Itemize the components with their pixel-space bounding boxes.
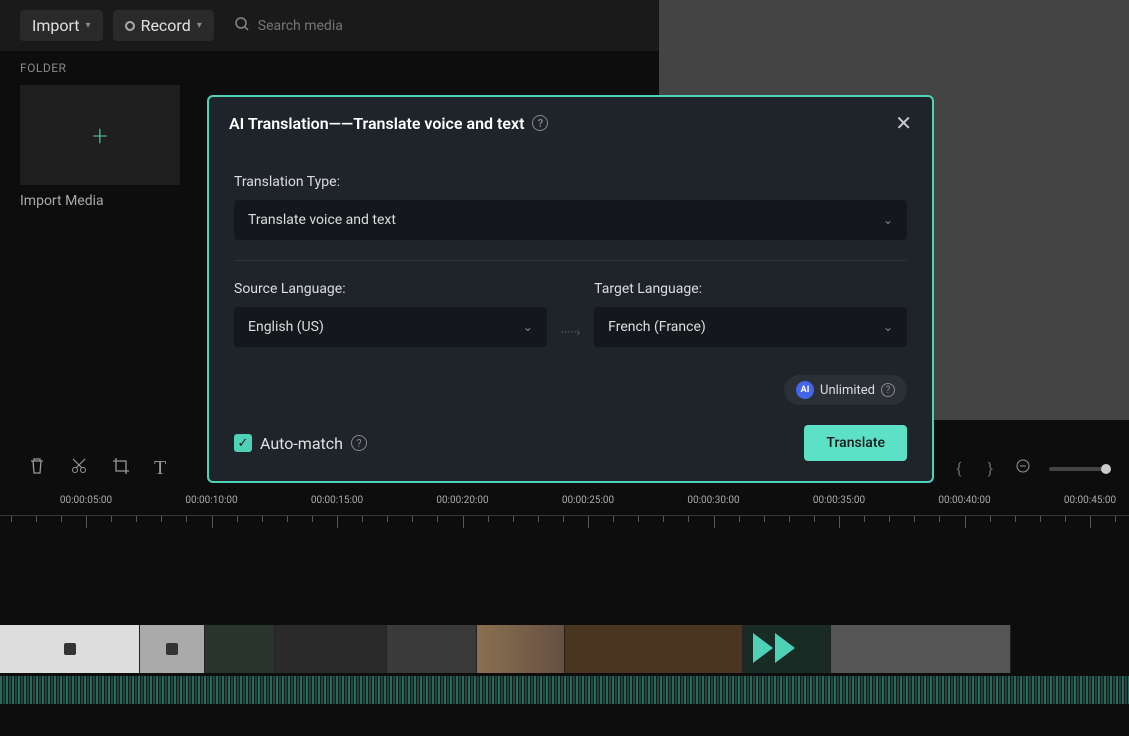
source-language-column: Source Language: English (US) ⌄ <box>234 281 547 347</box>
clip-thumbnail-icon <box>166 643 178 655</box>
help-icon[interactable]: ? <box>881 383 895 397</box>
source-language-label: Source Language: <box>234 281 547 297</box>
modal-title: AI Translation——Translate voice and text <box>229 114 524 133</box>
record-dropdown[interactable]: Record ▾ <box>113 10 214 41</box>
timeline-clip[interactable] <box>275 625 387 673</box>
import-media-tile[interactable]: + <box>20 85 180 185</box>
modal-body: Translation Type: Translate voice and te… <box>209 149 932 425</box>
record-label: Record <box>141 16 191 35</box>
record-icon <box>125 21 135 31</box>
chevron-down-icon: ▾ <box>197 20 202 31</box>
target-language-value: French (France) <box>608 319 706 335</box>
ruler-timestamp: 00:00:40:00 <box>938 495 990 506</box>
translation-type-label: Translation Type: <box>234 174 907 190</box>
ruler-timestamp: 00:00:05:00 <box>60 495 112 506</box>
target-language-column: Target Language: French (France) ⌄ <box>594 281 907 347</box>
divider <box>234 260 907 261</box>
crop-icon[interactable] <box>112 457 130 480</box>
clip-track[interactable] <box>0 625 1129 673</box>
checkbox-checked-icon: ✓ <box>234 434 252 452</box>
timeline-clip[interactable] <box>387 625 477 673</box>
modal-title-wrap: AI Translation——Translate voice and text… <box>229 114 548 133</box>
bracket-right-icon[interactable]: } <box>984 459 997 478</box>
auto-match-checkbox[interactable]: ✓ Auto-match ? <box>234 434 367 453</box>
search-input[interactable] <box>258 18 436 34</box>
unlimited-badge: AI Unlimited ? <box>784 375 907 405</box>
chevron-down-icon: ▾ <box>86 20 91 31</box>
language-row: Source Language: English (US) ⌄ ·····› T… <box>234 281 907 347</box>
unlimited-label: Unlimited <box>820 383 875 398</box>
bracket-left-icon[interactable]: { <box>952 459 965 478</box>
audio-waveform[interactable] <box>0 676 1129 704</box>
ruler-timestamp: 00:00:10:00 <box>185 495 237 506</box>
ruler-timestamp: 00:00:30:00 <box>687 495 739 506</box>
ai-translation-modal: AI Translation——Translate voice and text… <box>207 95 934 483</box>
search-icon <box>234 16 250 36</box>
ruler-timestamp: 00:00:20:00 <box>436 495 488 506</box>
delete-icon[interactable] <box>28 457 46 480</box>
modal-header: AI Translation——Translate voice and text… <box>209 97 932 149</box>
ai-icon: AI <box>796 381 814 399</box>
source-language-value: English (US) <box>248 319 324 335</box>
zoom-slider[interactable] <box>1049 467 1109 471</box>
ruler-timestamp: 00:00:35:00 <box>813 495 865 506</box>
ruler-timestamp: 00:00:15:00 <box>311 495 363 506</box>
timeline-ruler[interactable]: 00:00:05:00 00:00:10:00 00:00:15:00 00:00:2… <box>0 495 1129 535</box>
clip-thumbnail-icon <box>64 643 76 655</box>
timeline-clip[interactable] <box>140 625 205 673</box>
close-icon[interactable]: ✕ <box>895 111 912 135</box>
timeline-clip[interactable] <box>743 625 831 673</box>
ruler-timestamp: 00:00:25:00 <box>562 495 614 506</box>
chevron-down-icon: ⌄ <box>883 320 893 334</box>
translation-type-select[interactable]: Translate voice and text ⌄ <box>234 200 907 240</box>
target-language-label: Target Language: <box>594 281 907 297</box>
modal-footer: ✓ Auto-match ? Translate <box>209 425 932 481</box>
badge-row: AI Unlimited ? <box>234 375 907 405</box>
text-icon[interactable]: T <box>154 457 166 480</box>
help-icon[interactable]: ? <box>351 435 367 451</box>
timeline-clip[interactable] <box>565 625 743 673</box>
chevron-down-icon: ⌄ <box>523 320 533 334</box>
timeline-clip[interactable] <box>831 625 1011 673</box>
help-icon[interactable]: ? <box>532 115 548 131</box>
source-language-select[interactable]: English (US) ⌄ <box>234 307 547 347</box>
timeline-clip[interactable] <box>0 625 140 673</box>
timeline-clip[interactable] <box>477 625 565 673</box>
slider-thumb[interactable] <box>1101 464 1111 474</box>
import-dropdown[interactable]: Import ▾ <box>20 10 103 41</box>
arrow-right-icon: ·····› <box>561 281 580 339</box>
translate-button[interactable]: Translate <box>804 425 907 461</box>
cut-icon[interactable] <box>70 457 88 480</box>
timeline-clip[interactable] <box>205 625 275 673</box>
zoom-out-icon[interactable] <box>1015 458 1031 479</box>
chevron-down-icon: ⌄ <box>883 213 893 227</box>
import-label: Import <box>32 16 80 35</box>
plus-icon: + <box>92 119 108 152</box>
translation-type-value: Translate voice and text <box>248 212 396 228</box>
ruler-timestamp: 00:00:45:00 <box>1064 495 1116 506</box>
target-language-select[interactable]: French (France) ⌄ <box>594 307 907 347</box>
auto-match-label: Auto-match <box>260 434 343 453</box>
